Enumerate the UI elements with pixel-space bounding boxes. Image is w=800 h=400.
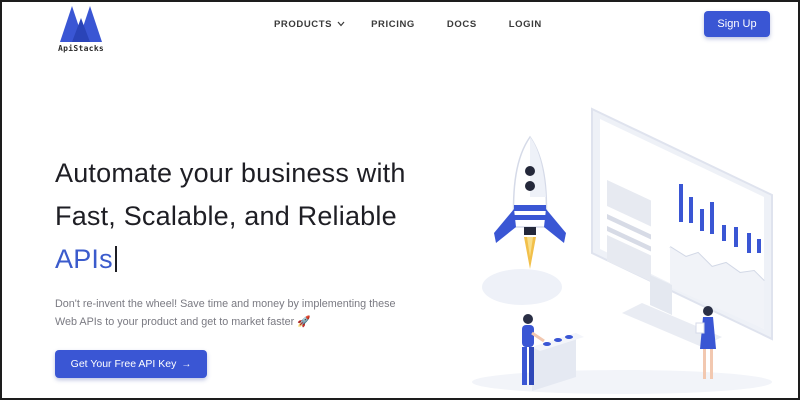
- subtext-line-2: Web APIs to your product and get to mark…: [55, 316, 311, 328]
- nav-docs[interactable]: DOCS: [447, 19, 477, 30]
- rocket-shadow: [482, 269, 562, 305]
- typing-cursor: [114, 246, 117, 272]
- hero-headline: Automate your business with Fast, Scalab…: [55, 152, 485, 281]
- subtext-line-1: Don't re-invent the wheel! Save time and…: [55, 298, 396, 310]
- get-api-key-button[interactable]: Get Your Free API Key →: [55, 350, 207, 378]
- nav-pricing-label: PRICING: [371, 19, 415, 30]
- nav-products[interactable]: PRODUCTS: [274, 19, 345, 30]
- chevron-down-icon: [337, 19, 345, 30]
- monitor-icon: [591, 107, 773, 347]
- hero-subtext: Don't re-invent the wheel! Save time and…: [55, 295, 415, 331]
- headline-line-1: Automate your business with: [55, 158, 406, 188]
- floor-shadow: [472, 370, 772, 394]
- main-nav: PRODUCTS PRICING DOCS LOGIN: [274, 19, 542, 30]
- headline-line-2: Fast, Scalable, and Reliable: [55, 201, 397, 231]
- arrow-right-icon: →: [181, 358, 192, 370]
- logo-text: ApiStacks: [58, 44, 105, 53]
- nav-login[interactable]: LOGIN: [509, 19, 542, 30]
- apistacks-logo-icon: [60, 6, 102, 42]
- nav-pricing[interactable]: PRICING: [371, 19, 415, 30]
- cta-label: Get Your Free API Key: [70, 358, 177, 370]
- page-frame: ApiStacks PRODUCTS PRICING DOCS LOGIN Si…: [0, 0, 800, 400]
- logo[interactable]: ApiStacks: [54, 4, 114, 56]
- nav-login-label: LOGIN: [508, 19, 542, 30]
- sign-up-button[interactable]: Sign Up: [704, 11, 770, 37]
- rocket-icon: [494, 135, 566, 269]
- nav-docs-label: DOCS: [446, 19, 477, 30]
- headline-accent: APIs: [55, 244, 113, 274]
- rocket-dashboard-illustration: [472, 107, 773, 394]
- nav-products-label: PRODUCTS: [274, 19, 333, 30]
